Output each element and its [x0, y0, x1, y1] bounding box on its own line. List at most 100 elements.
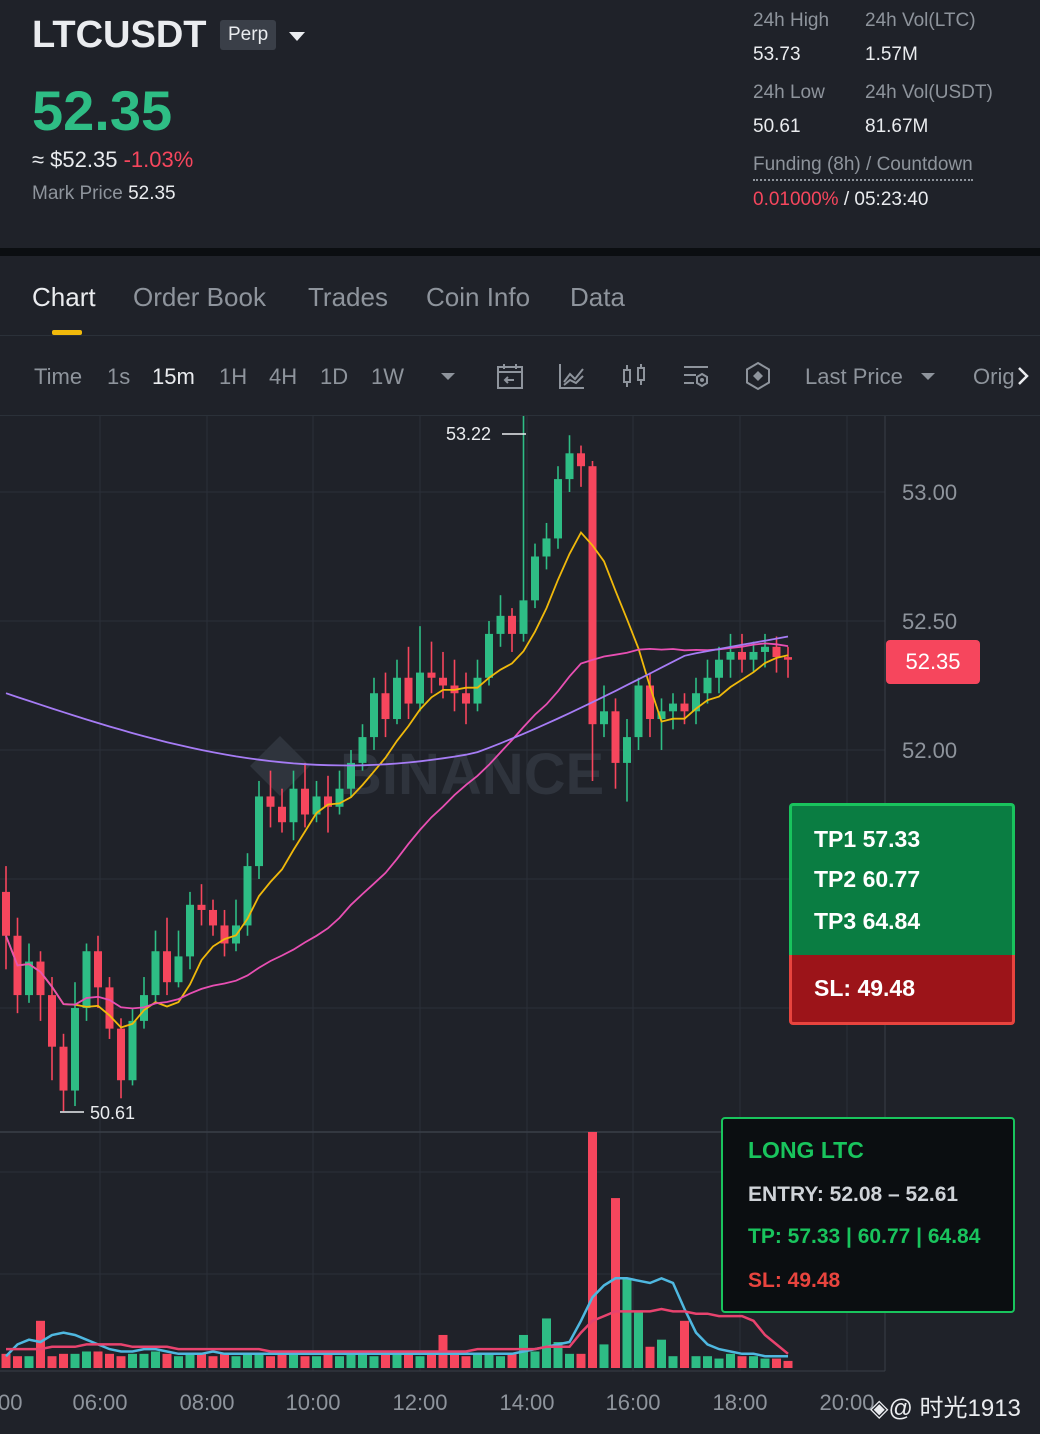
candle-body: [577, 453, 585, 467]
volume-bar: [507, 1353, 517, 1368]
caret-down-icon[interactable]: [916, 362, 940, 390]
tab-coin-info[interactable]: Coin Info: [426, 282, 530, 313]
caret-down-icon[interactable]: [289, 32, 305, 41]
candle-body: [381, 693, 390, 720]
caret-down-icon[interactable]: [432, 360, 464, 392]
interval-15m[interactable]: 15m: [152, 364, 195, 390]
candle-body: [600, 711, 608, 725]
time-axis-label: 10:00: [285, 1390, 340, 1415]
time-axis-label: 20:00: [819, 1390, 874, 1415]
candle-body: [48, 995, 56, 1047]
section-divider: [0, 248, 1040, 256]
symbol-title[interactable]: LTCUSDT: [32, 14, 207, 57]
candle-body: [358, 737, 367, 763]
interval-1s[interactable]: 1s: [107, 364, 130, 390]
funding-sep: /: [843, 189, 850, 210]
interval-4h[interactable]: 4H: [269, 364, 297, 390]
interval-1h[interactable]: 1H: [219, 364, 247, 390]
volume-bar: [726, 1353, 735, 1368]
volume-bar: [151, 1351, 160, 1368]
candle-body: [301, 788, 309, 815]
candle-body: [416, 672, 424, 704]
interval-1w[interactable]: 1W: [371, 364, 404, 390]
low-marker-label: 50.61: [90, 1103, 135, 1123]
time-axis-label: 18:00: [712, 1390, 767, 1415]
candle-body: [738, 651, 746, 660]
volume-bar: [783, 1360, 793, 1368]
price-type-select[interactable]: Last Price: [805, 364, 903, 390]
interval-1d[interactable]: 1D: [320, 364, 348, 390]
candle-body: [186, 904, 194, 957]
volume-bar: [36, 1320, 45, 1368]
candle-body: [496, 615, 505, 634]
long-tp: TP: 57.33 | 60.77 | 64.84: [748, 1225, 981, 1248]
time-axis-label: 06:00: [72, 1390, 127, 1415]
approx-usd: ≈ $52.35: [32, 147, 118, 172]
volume-bar: [174, 1356, 183, 1368]
author-text: @ 时光1913: [888, 1395, 1021, 1422]
tab-order-book[interactable]: Order Book: [133, 282, 266, 313]
calendar-icon[interactable]: [494, 360, 526, 392]
tab-chart[interactable]: Chart: [32, 282, 96, 313]
candle-body: [393, 677, 401, 720]
candle-body: [726, 651, 735, 660]
stat-label: 24h Vol(USDT): [865, 82, 993, 103]
tp1-label: TP1 57.33: [814, 826, 921, 852]
candle-body: [554, 479, 562, 539]
volume-ma-line: [6, 1307, 789, 1355]
hexagon-icon[interactable]: [742, 360, 774, 392]
chevron-right-icon[interactable]: [1012, 362, 1034, 390]
price-axis-label: 52.50: [902, 609, 957, 634]
stat-24h-high: 24h High 53.73: [753, 10, 829, 66]
volume-bar: [542, 1318, 551, 1368]
volume-bar: [404, 1353, 413, 1368]
stat-24h-low: 24h Low 50.61: [753, 82, 825, 138]
tab-trades[interactable]: Trades: [308, 282, 388, 313]
volume-bar: [760, 1358, 770, 1368]
price-axis-label: 53.00: [902, 480, 957, 505]
stat-value: 50.61: [753, 116, 801, 137]
volume-bar: [162, 1353, 172, 1368]
volume-bar: [323, 1353, 333, 1368]
candle-style-icon[interactable]: [618, 360, 650, 392]
candle-body: [439, 677, 447, 686]
volume-bar: [220, 1353, 229, 1368]
candle-body: [669, 703, 677, 712]
mark-price-value: 52.35: [128, 183, 176, 204]
volume-bar: [645, 1346, 655, 1368]
chart-toolbar: Time 1s 15m 1H 4H 1D 1W Last Price Orig: [0, 336, 1040, 416]
candle-body: [462, 693, 470, 704]
candle-body: [749, 651, 758, 660]
volume-bar: [749, 1356, 758, 1368]
volume-bar: [312, 1356, 321, 1368]
mark-price-label: Mark Price: [32, 183, 123, 204]
candle-body: [209, 909, 217, 926]
candle-body: [542, 538, 551, 557]
chart-settings-icon[interactable]: [680, 360, 712, 392]
orig-toggle[interactable]: Orig: [973, 364, 1015, 390]
candle-body: [2, 891, 10, 936]
volume-bar: [128, 1353, 137, 1368]
candle-body: [531, 556, 539, 601]
volume-bar: [588, 1132, 597, 1368]
volume-bar: [289, 1353, 298, 1368]
candle-body: [197, 904, 206, 910]
long-signal-box: LONG LTC ENTRY: 52.08 – 52.61 TP: 57.33 …: [721, 1117, 1015, 1313]
volume-bar: [680, 1320, 689, 1368]
volume-bar: [24, 1356, 34, 1368]
last-price: 52.35: [32, 79, 173, 142]
time-axis-label: 08:00: [179, 1390, 234, 1415]
interval-time[interactable]: Time: [34, 364, 82, 390]
candle-body: [646, 685, 654, 720]
tab-data[interactable]: Data: [570, 282, 625, 313]
volume-bar: [496, 1356, 505, 1368]
volume-bar: [59, 1353, 68, 1368]
indicator-icon[interactable]: [556, 360, 588, 392]
ticker-header: LTCUSDT Perp 52.35 ≈ $52.35 -1.03% Mark …: [0, 0, 1040, 248]
candle-body: [59, 1046, 68, 1091]
candle-body: [128, 1020, 137, 1081]
funding-info[interactable]: Funding (8h) / Countdown 0.01000% / 05:2…: [753, 154, 973, 211]
volume-bar: [139, 1353, 149, 1368]
volume-bar: [82, 1351, 91, 1368]
mark-price: Mark Price 52.35: [32, 183, 176, 205]
